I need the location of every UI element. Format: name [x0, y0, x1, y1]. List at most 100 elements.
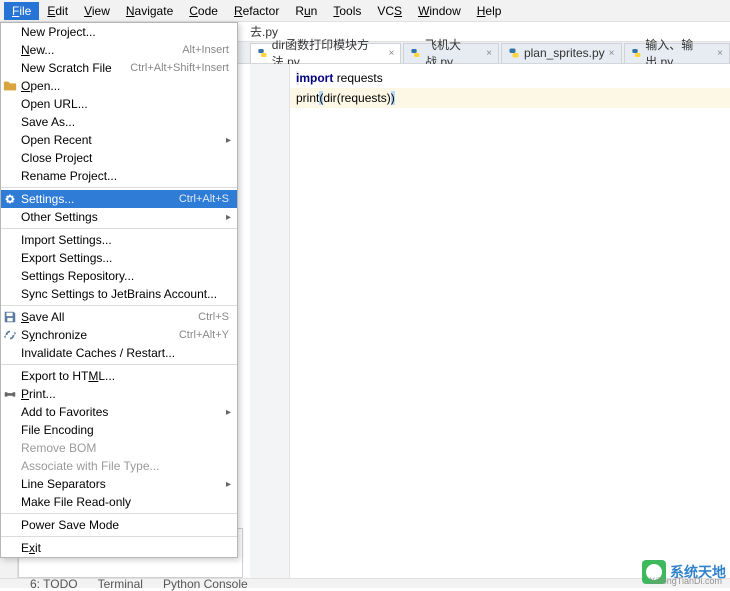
menu-file[interactable]: File	[4, 2, 39, 20]
menu-item-shortcut: Ctrl+Alt+Y	[179, 329, 229, 341]
close-icon[interactable]: ×	[486, 48, 492, 59]
code-line-2: print(dir(requests))	[290, 88, 730, 108]
menu-item-label: Exit	[21, 541, 229, 555]
file-menu-exit[interactable]: Exit	[1, 539, 237, 557]
menu-item-label: Open URL...	[21, 97, 229, 111]
editor-gutter	[250, 64, 290, 578]
status-item[interactable]: Terminal	[98, 577, 143, 591]
menu-separator	[1, 364, 237, 365]
statusbar: 6: TODO Terminal Python Console	[0, 578, 730, 588]
menu-item-label: Close Project	[21, 151, 229, 165]
menu-code[interactable]: Code	[181, 2, 226, 20]
menu-edit[interactable]: Edit	[39, 2, 76, 20]
status-item[interactable]: Python Console	[163, 577, 248, 591]
file-menu-add-to-favorites[interactable]: Add to Favorites▸	[1, 403, 237, 421]
file-menu-open[interactable]: Open...	[1, 77, 237, 95]
menu-separator	[1, 513, 237, 514]
menu-item-label: Rename Project...	[21, 169, 229, 183]
menu-item-label: Add to Favorites	[21, 405, 229, 419]
menu-tools[interactable]: Tools	[325, 2, 369, 20]
file-menu-export-to-html[interactable]: Export to HTML...	[1, 367, 237, 385]
file-menu-synchronize[interactable]: SynchronizeCtrl+Alt+Y	[1, 326, 237, 344]
editor-tab[interactable]: dir函数打印模块方法.py×	[250, 43, 401, 63]
menu-item-label: New Project...	[21, 25, 229, 39]
file-menu-save-all[interactable]: Save AllCtrl+S	[1, 308, 237, 326]
paren-close: )	[391, 91, 395, 105]
menu-vcs[interactable]: VCS	[369, 2, 410, 20]
menu-item-label: Other Settings	[21, 210, 229, 224]
file-menu-close-project[interactable]: Close Project	[1, 149, 237, 167]
keyword-import: import	[296, 71, 333, 85]
menu-help[interactable]: Help	[469, 2, 510, 20]
menu-item-label: Export Settings...	[21, 251, 229, 265]
print-icon	[3, 387, 17, 401]
file-menu-import-settings[interactable]: Import Settings...	[1, 231, 237, 249]
submenu-arrow-icon: ▸	[226, 479, 231, 490]
file-menu-export-settings[interactable]: Export Settings...	[1, 249, 237, 267]
watermark: 系统天地 XiTongTianDi.com	[642, 560, 726, 584]
menu-item-label: Open Recent	[21, 133, 229, 147]
menu-item-label: Import Settings...	[21, 233, 229, 247]
menu-item-label: Save All	[21, 310, 198, 324]
file-menu-save-as[interactable]: Save As...	[1, 113, 237, 131]
menu-separator	[1, 187, 237, 188]
menu-item-label: Export to HTML...	[21, 369, 229, 383]
editor-tab[interactable]: 输入、输出.py×	[624, 43, 730, 63]
menu-item-label: Settings...	[21, 192, 179, 206]
file-menu-rename-project[interactable]: Rename Project...	[1, 167, 237, 185]
menu-item-label: Save As...	[21, 115, 229, 129]
menu-item-label: Print...	[21, 387, 229, 401]
menu-item-shortcut: Ctrl+Alt+Shift+Insert	[130, 62, 229, 74]
close-icon[interactable]: ×	[717, 48, 723, 59]
sync-icon	[3, 328, 17, 342]
watermark-subtext: XiTongTianDi.com	[649, 576, 722, 586]
code-line-1: import requests	[290, 68, 730, 88]
tab-label: plan_sprites.py	[524, 46, 605, 60]
file-menu-new-project[interactable]: New Project...	[1, 23, 237, 41]
close-icon[interactable]: ×	[388, 48, 394, 59]
submenu-arrow-icon: ▸	[226, 407, 231, 418]
menu-view[interactable]: View	[76, 2, 118, 20]
close-icon[interactable]: ×	[609, 48, 615, 59]
menu-item-shortcut: Alt+Insert	[182, 44, 229, 56]
file-menu-open-url[interactable]: Open URL...	[1, 95, 237, 113]
menu-refactor[interactable]: Refactor	[226, 2, 287, 20]
file-menu-settings[interactable]: Settings...Ctrl+Alt+S	[1, 190, 237, 208]
status-item[interactable]: 6: TODO	[30, 577, 78, 591]
file-menu-line-separators[interactable]: Line Separators▸	[1, 475, 237, 493]
editor-tab[interactable]: 飞机大战.py×	[403, 43, 499, 63]
submenu-arrow-icon: ▸	[226, 135, 231, 146]
menu-item-label: File Encoding	[21, 423, 229, 437]
file-menu-new-scratch-file[interactable]: New Scratch FileCtrl+Alt+Shift+Insert	[1, 59, 237, 77]
menu-navigate[interactable]: Navigate	[118, 2, 181, 20]
file-menu-power-save-mode[interactable]: Power Save Mode	[1, 516, 237, 534]
call-dir: dir	[323, 91, 336, 105]
call-print: print	[296, 91, 319, 105]
menu-item-label: Make File Read-only	[21, 495, 229, 509]
file-menu-file-encoding[interactable]: File Encoding	[1, 421, 237, 439]
file-menu-make-file-read-only[interactable]: Make File Read-only	[1, 493, 237, 511]
file-menu-sync-settings-to-jetbrains-account[interactable]: Sync Settings to JetBrains Account...	[1, 285, 237, 303]
open-icon	[3, 79, 17, 93]
file-menu-other-settings[interactable]: Other Settings▸	[1, 208, 237, 226]
menu-run[interactable]: Run	[287, 2, 325, 20]
menu-item-shortcut: Ctrl+S	[198, 311, 229, 323]
file-menu-settings-repository[interactable]: Settings Repository...	[1, 267, 237, 285]
menu-item-label: Line Separators	[21, 477, 229, 491]
menu-separator	[1, 536, 237, 537]
menu-item-label: Sync Settings to JetBrains Account...	[21, 287, 229, 301]
file-menu-remove-bom: Remove BOM	[1, 439, 237, 457]
menu-window[interactable]: Window	[410, 2, 469, 20]
file-menu-new[interactable]: New...Alt+Insert	[1, 41, 237, 59]
file-menu-invalidate-caches-restart[interactable]: Invalidate Caches / Restart...	[1, 344, 237, 362]
save-icon	[3, 310, 17, 324]
file-menu-print[interactable]: Print...	[1, 385, 237, 403]
menu-item-label: Open...	[21, 79, 229, 93]
editor-tab[interactable]: plan_sprites.py ×	[501, 43, 622, 63]
menu-item-label: Power Save Mode	[21, 518, 229, 532]
menu-item-label: New Scratch File	[21, 61, 130, 75]
menu-item-label: Remove BOM	[21, 441, 229, 455]
menu-item-label: Invalidate Caches / Restart...	[21, 346, 229, 360]
code-editor[interactable]: import requests print(dir(requests))	[290, 64, 730, 578]
file-menu-open-recent[interactable]: Open Recent▸	[1, 131, 237, 149]
